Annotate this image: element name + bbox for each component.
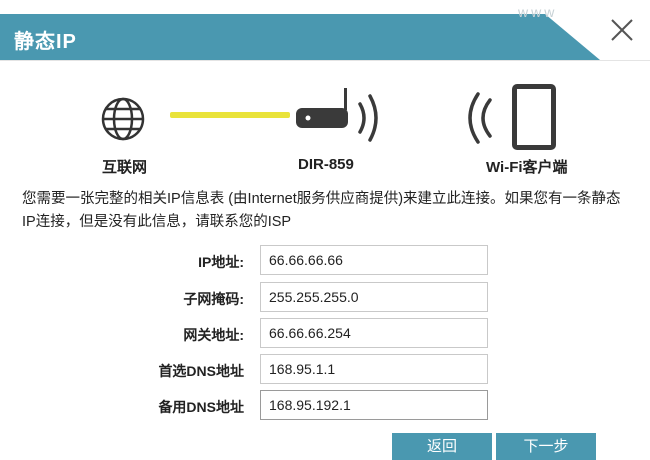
watermark-text: www: [518, 4, 558, 20]
ip-address-input[interactable]: [260, 245, 488, 275]
primary-dns-input[interactable]: [260, 354, 488, 384]
header-divider: [0, 60, 650, 61]
dialog-title: 静态IP: [14, 31, 77, 53]
router-icon: [296, 88, 378, 142]
wifi-client-label: Wi-Fi客户端: [486, 159, 568, 176]
static-ip-dialog: 静态IP www 互联网 DIR-859 Wi-Fi客户端 您需要一张完整的相关…: [0, 0, 650, 460]
description-text: 您需要一张完整的相关IP信息表 (由Internet服务供应商提供)来建立此连接…: [22, 191, 621, 230]
tablet-icon: [512, 84, 556, 150]
title-bar: [0, 14, 600, 60]
globe-icon: [101, 97, 145, 141]
close-icon[interactable]: [606, 14, 638, 46]
secondary-dns-input[interactable]: [260, 390, 488, 420]
subnet-mask-label: 子网掩码:: [183, 291, 244, 307]
gateway-label: 网关地址:: [183, 327, 244, 343]
router-label: DIR-859: [298, 156, 354, 173]
connection-line: [170, 112, 290, 118]
secondary-dns-label: 备用DNS地址: [158, 399, 244, 415]
wifi-waves-icon: [468, 92, 492, 144]
back-button[interactable]: 返回: [392, 433, 492, 460]
internet-label: 互联网: [102, 159, 148, 176]
primary-dns-label: 首选DNS地址: [158, 363, 244, 379]
next-button[interactable]: 下一步: [496, 433, 596, 460]
gateway-input[interactable]: [260, 318, 488, 348]
subnet-mask-input[interactable]: [260, 282, 488, 312]
ip-address-label: IP地址:: [198, 254, 244, 270]
